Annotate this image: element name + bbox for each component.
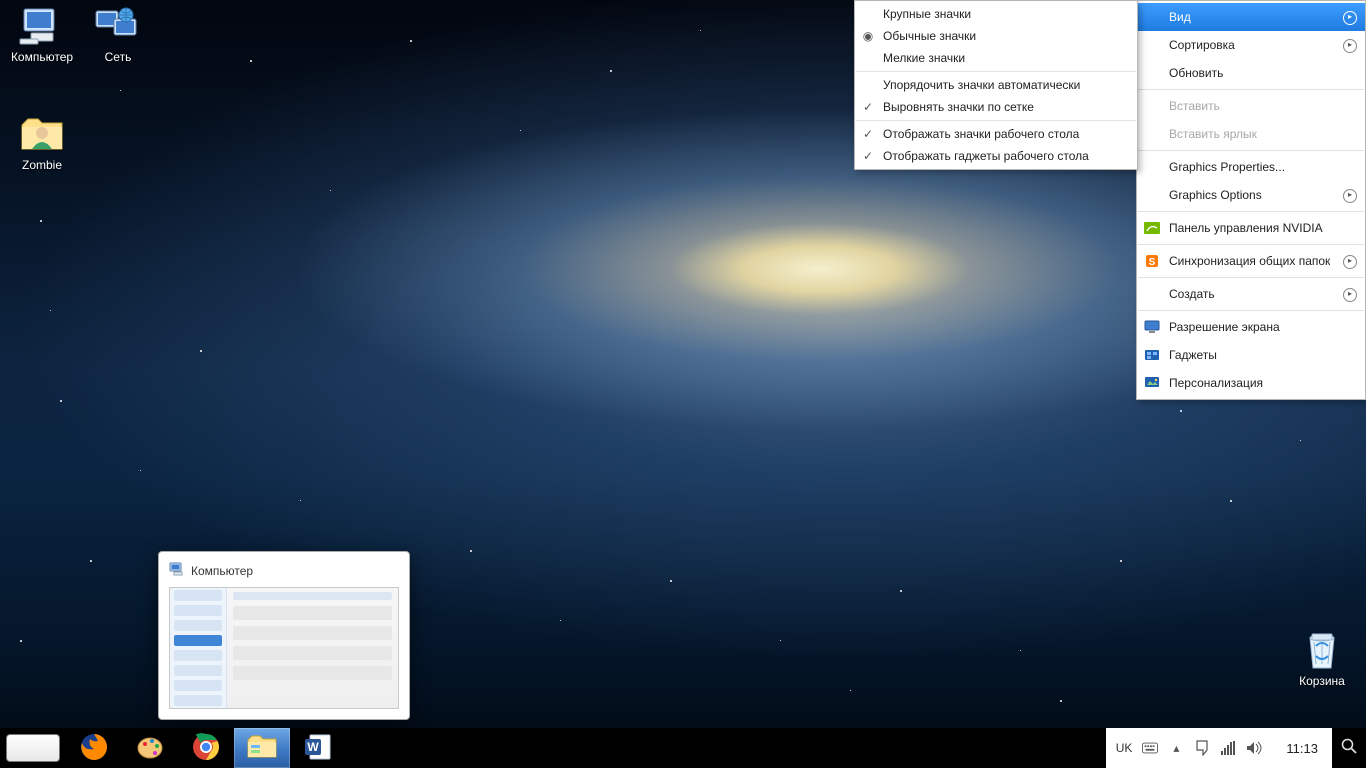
menu-label: Сортировка xyxy=(1169,38,1235,52)
desktop-icon-label: Компьютер xyxy=(4,50,80,64)
menu-label: Мелкие значки xyxy=(883,51,965,65)
keyboard-icon[interactable] xyxy=(1142,740,1158,756)
menu-label: Graphics Options xyxy=(1169,188,1262,202)
action-center-icon[interactable] xyxy=(1194,740,1210,756)
view-submenu: Крупные значки ◉ Обычные значки Мелкие з… xyxy=(854,0,1138,170)
volume-icon[interactable] xyxy=(1246,740,1262,756)
taskbar-clock[interactable]: 11:13 xyxy=(1272,728,1332,768)
submenu-arrow-icon: ▸ xyxy=(1343,255,1357,269)
personalize-icon xyxy=(1143,374,1161,392)
desktop-icon-label: Сеть xyxy=(80,50,156,64)
menu-item-create[interactable]: Создать ▸ xyxy=(1137,280,1365,308)
desktop-icon-label: Zombie xyxy=(4,158,80,172)
tray-language[interactable]: UK xyxy=(1116,741,1133,755)
menu-item-resolution[interactable]: Разрешение экрана xyxy=(1137,313,1365,341)
menu-label: Обычные значки xyxy=(883,29,976,43)
submenu-arrow-icon: ▸ xyxy=(1343,189,1357,203)
chrome-icon xyxy=(192,733,220,764)
menu-label: Крупные значки xyxy=(883,7,971,21)
monitor-icon xyxy=(1143,318,1161,336)
taskbar-search-button[interactable] xyxy=(1332,728,1366,768)
menu-label: Вставить xyxy=(1169,99,1220,113)
menu-label: Отображать гаджеты рабочего стола xyxy=(883,149,1089,163)
menu-item-paste-shortcut: Вставить ярлык xyxy=(1137,120,1365,148)
explorer-icon xyxy=(246,734,278,763)
submenu-item-small-icons[interactable]: Мелкие значки xyxy=(855,47,1137,69)
svg-text:S: S xyxy=(1149,257,1156,268)
menu-label: Вставить ярлык xyxy=(1169,127,1257,141)
check-icon: ✓ xyxy=(861,149,875,163)
network-icon xyxy=(94,4,142,48)
desktop-icon-zombie[interactable]: Zombie xyxy=(4,112,80,172)
taskbar-button-firefox[interactable] xyxy=(66,728,122,768)
word-icon: W xyxy=(304,733,332,764)
menu-item-sync-folders[interactable]: S Синхронизация общих папок ▸ xyxy=(1137,247,1365,275)
preview-title: Компьютер xyxy=(191,564,253,578)
menu-label: Создать xyxy=(1169,287,1215,301)
taskbar-button-chrome[interactable] xyxy=(178,728,234,768)
check-icon: ✓ xyxy=(861,100,875,114)
radio-selected-icon: ◉ xyxy=(861,29,875,43)
tray-chevron-icon[interactable]: ▴ xyxy=(1168,740,1184,756)
user-folder-icon xyxy=(18,112,66,156)
svg-text:W: W xyxy=(307,740,319,754)
desktop-icon-label: Корзина xyxy=(1284,674,1360,688)
menu-label: Обновить xyxy=(1169,66,1223,80)
preview-thumbnail[interactable] xyxy=(169,587,399,709)
firefox-icon xyxy=(79,732,109,765)
menu-item-personalize[interactable]: Персонализация xyxy=(1137,369,1365,397)
menu-label: Разрешение экрана xyxy=(1169,320,1280,334)
system-tray: UK ▴ xyxy=(1106,728,1273,768)
search-icon xyxy=(1341,738,1357,759)
menu-label: Синхронизация общих папок xyxy=(1169,254,1330,268)
nvidia-icon xyxy=(1143,219,1161,237)
taskbar-button-explorer[interactable] xyxy=(234,728,290,768)
gadgets-icon xyxy=(1143,346,1161,364)
taskbar: W UK ▴ 11:13 xyxy=(0,728,1366,768)
menu-item-nvidia[interactable]: Панель управления NVIDIA xyxy=(1137,214,1365,242)
menu-label: Панель управления NVIDIA xyxy=(1169,221,1323,235)
computer-icon xyxy=(169,562,185,579)
palette-icon xyxy=(135,732,165,765)
menu-label: Персонализация xyxy=(1169,376,1263,390)
network-signal-icon[interactable] xyxy=(1220,740,1236,756)
menu-item-paste: Вставить xyxy=(1137,92,1365,120)
menu-item-view[interactable]: Вид ▸ xyxy=(1137,3,1365,31)
menu-label: Graphics Properties... xyxy=(1169,160,1285,174)
menu-item-gadgets[interactable]: Гаджеты xyxy=(1137,341,1365,369)
menu-label: Гаджеты xyxy=(1169,348,1217,362)
menu-label: Отображать значки рабочего стола xyxy=(883,127,1079,141)
desktop-icon-network[interactable]: Сеть xyxy=(80,4,156,64)
menu-item-graphics-options[interactable]: Graphics Options ▸ xyxy=(1137,181,1365,209)
menu-item-refresh[interactable]: Обновить xyxy=(1137,59,1365,87)
menu-label: Выровнять значки по сетке xyxy=(883,100,1034,114)
desktop[interactable]: Компьютер Сеть Zombie xyxy=(0,0,1366,768)
submenu-item-medium-icons[interactable]: ◉ Обычные значки xyxy=(855,25,1137,47)
desktop-context-menu: Вид ▸ Сортировка ▸ Обновить Вставить Вст… xyxy=(1136,0,1366,400)
recycle-bin-icon xyxy=(1298,628,1346,672)
submenu-item-align-grid[interactable]: ✓ Выровнять значки по сетке xyxy=(855,96,1137,118)
desktop-icon-computer[interactable]: Компьютер xyxy=(4,4,80,64)
taskbar-button-word[interactable]: W xyxy=(290,728,346,768)
start-button[interactable] xyxy=(6,734,60,762)
submenu-arrow-icon: ▸ xyxy=(1343,11,1357,25)
menu-item-graphics-properties[interactable]: Graphics Properties... xyxy=(1137,153,1365,181)
menu-label: Упорядочить значки автоматически xyxy=(883,78,1080,92)
submenu-item-auto-arrange[interactable]: Упорядочить значки автоматически xyxy=(855,74,1137,96)
submenu-item-show-gadgets[interactable]: ✓ Отображать гаджеты рабочего стола xyxy=(855,145,1137,167)
clock-text: 11:13 xyxy=(1286,741,1318,756)
taskbar-button-paint[interactable] xyxy=(122,728,178,768)
sync-icon: S xyxy=(1143,252,1161,270)
submenu-item-show-icons[interactable]: ✓ Отображать значки рабочего стола xyxy=(855,123,1137,145)
submenu-item-large-icons[interactable]: Крупные значки xyxy=(855,3,1137,25)
check-icon: ✓ xyxy=(861,127,875,141)
menu-label: Вид xyxy=(1169,10,1191,24)
computer-icon xyxy=(18,4,66,48)
submenu-arrow-icon: ▸ xyxy=(1343,288,1357,302)
submenu-arrow-icon: ▸ xyxy=(1343,39,1357,53)
menu-item-sort[interactable]: Сортировка ▸ xyxy=(1137,31,1365,59)
desktop-icon-recycle-bin[interactable]: Корзина xyxy=(1284,628,1360,688)
taskbar-preview[interactable]: Компьютер xyxy=(158,551,410,720)
